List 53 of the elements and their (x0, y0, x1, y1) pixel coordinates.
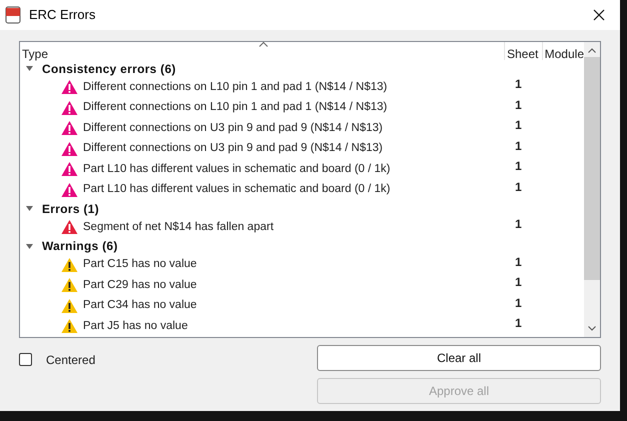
checkbox-label[interactable]: Centered (46, 353, 96, 367)
expand-triangle-icon[interactable] (26, 205, 33, 212)
sheet-number: 1 (515, 178, 522, 196)
error-message[interactable]: Part L10 has different values in schematic and board (0 / 1k) (83, 160, 390, 178)
column-header[interactable]: Module (542, 42, 584, 60)
dialog-button[interactable]: Clear all (317, 345, 601, 371)
group-label[interactable]: Errors (1) (42, 200, 100, 218)
scrollbar-thumb[interactable] (584, 57, 600, 280)
scrollbar[interactable] (584, 42, 600, 337)
close-icon[interactable] (593, 9, 605, 21)
scroll-down-icon[interactable] (588, 326, 596, 331)
sheet-number: 1 (515, 96, 522, 114)
warning-triangle-icon (61, 182, 78, 198)
sheet-number: 1 (515, 76, 522, 94)
error-message[interactable]: Part J5 has no value (83, 318, 188, 335)
error-message[interactable]: Part L10 has different values in schematic and board (0 / 1k) (83, 181, 390, 198)
sheet-number: 1 (515, 216, 522, 234)
warning-triangle-icon (61, 161, 78, 178)
error-message[interactable]: Part C29 has no value (83, 276, 197, 294)
sheet-number: 1 (515, 117, 522, 134)
sheet-number: 1 (515, 158, 522, 176)
error-message[interactable]: Different connections on L10 pin 1 and pad 1 (N$14 / N$13) (83, 78, 388, 96)
warning-triangle-icon (61, 140, 78, 157)
warning-triangle-icon (61, 277, 78, 294)
column-header[interactable]: Type (20, 42, 505, 60)
sheet-number: 1 (515, 315, 522, 332)
sheet-number: 1 (515, 254, 522, 271)
error-message[interactable]: Different connections on U3 pin 9 and pad 9 (N$14 / N$13) (83, 140, 383, 158)
error-message[interactable]: Different connections on L10 pin 1 and pad 1 (N$14 / N$13) (83, 99, 388, 116)
warning-triangle-icon (61, 256, 78, 273)
column-header[interactable]: Sheet (505, 42, 543, 60)
expand-triangle-icon[interactable] (26, 242, 33, 250)
sheet-number: 1 (515, 294, 522, 312)
warning-triangle-icon (61, 100, 78, 116)
expand-triangle-icon[interactable] (26, 65, 33, 72)
sort-caret-icon (259, 42, 268, 47)
warning-triangle-icon (61, 120, 78, 136)
group-label[interactable]: Warnings (6) (42, 237, 118, 255)
sheet-number: 1 (515, 138, 522, 155)
warning-triangle-icon (61, 298, 78, 314)
warning-triangle-icon (61, 79, 78, 96)
error-message[interactable]: Segment of net N$14 has fallen apart (83, 218, 274, 236)
group-label[interactable]: Consistency errors (6) (42, 60, 176, 78)
error-message[interactable]: Different connections on U3 pin 9 and pad 9 (N$14 / N$13) (83, 120, 383, 137)
warning-triangle-icon (61, 318, 78, 334)
centered-checkbox[interactable] (19, 353, 32, 366)
error-message[interactable]: Part C15 has no value (83, 256, 197, 274)
app-icon (5, 6, 21, 24)
error-message[interactable]: Part C34 has no value (83, 297, 197, 314)
warning-triangle-icon (61, 219, 78, 236)
scroll-up-icon[interactable] (588, 48, 596, 53)
sheet-number: 1 (515, 274, 522, 292)
window-title: ERC Errors (29, 6, 96, 24)
